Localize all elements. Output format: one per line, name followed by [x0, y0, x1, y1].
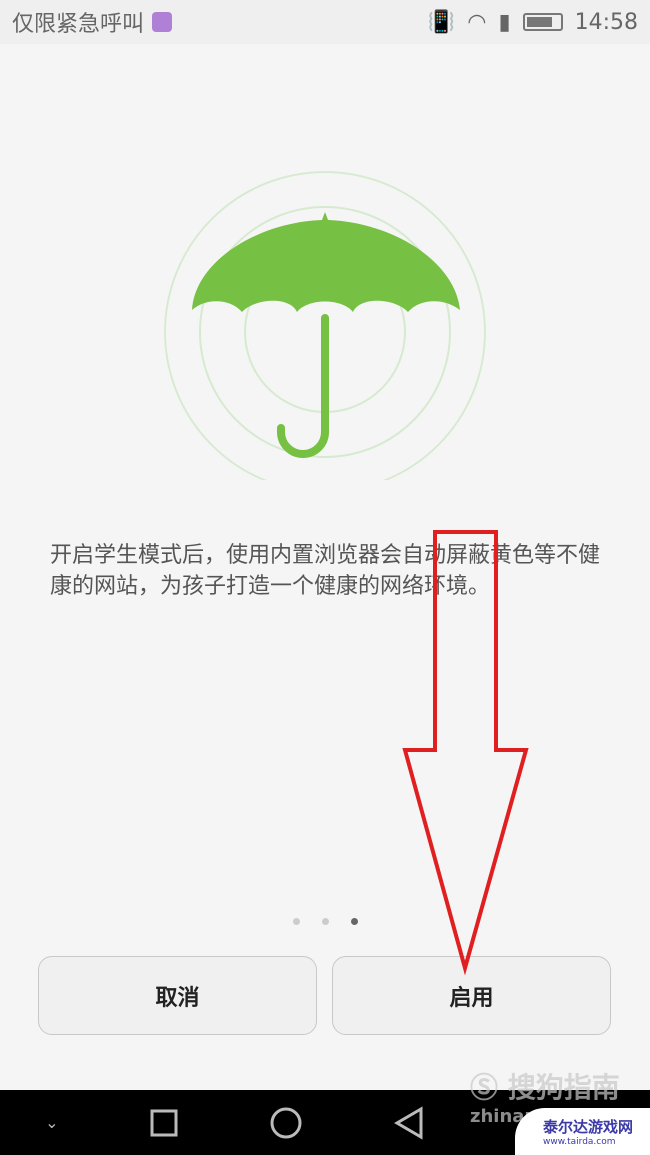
page-dot — [321, 918, 329, 925]
vibrate-icon: 📳 — [427, 9, 456, 35]
page-dot-active — [350, 918, 358, 925]
wifi-icon: ◠ — [467, 9, 487, 35]
recents-icon[interactable] — [149, 1108, 179, 1138]
sim-alert-icon: ▮ — [498, 9, 511, 35]
home-icon[interactable] — [269, 1106, 303, 1140]
clock: 14:58 — [574, 9, 638, 35]
tairda-watermark: 泰尔达游戏网 www.tairda.com — [515, 1108, 650, 1155]
page-indicator — [0, 918, 650, 925]
status-bar: 仅限紧急呼叫 📳 ◠ ▮ 14:58 — [0, 0, 650, 44]
battery-icon — [522, 13, 563, 31]
carrier-text: 仅限紧急呼叫 — [12, 12, 145, 37]
back-icon[interactable] — [393, 1105, 425, 1140]
enable-button[interactable]: 启用 — [332, 956, 611, 1035]
description-text: 开启学生模式后，使用内置浏览器会自动屏蔽黄色等不健康的网站，为孩子打造一个健康的… — [50, 543, 601, 599]
back-chevron-icon[interactable]: ⌄ — [45, 1113, 58, 1132]
umbrella-illustration — [164, 171, 486, 480]
cancel-button[interactable]: 取消 — [38, 956, 317, 1035]
page-dot — [292, 918, 300, 925]
notification-icon — [152, 12, 173, 32]
